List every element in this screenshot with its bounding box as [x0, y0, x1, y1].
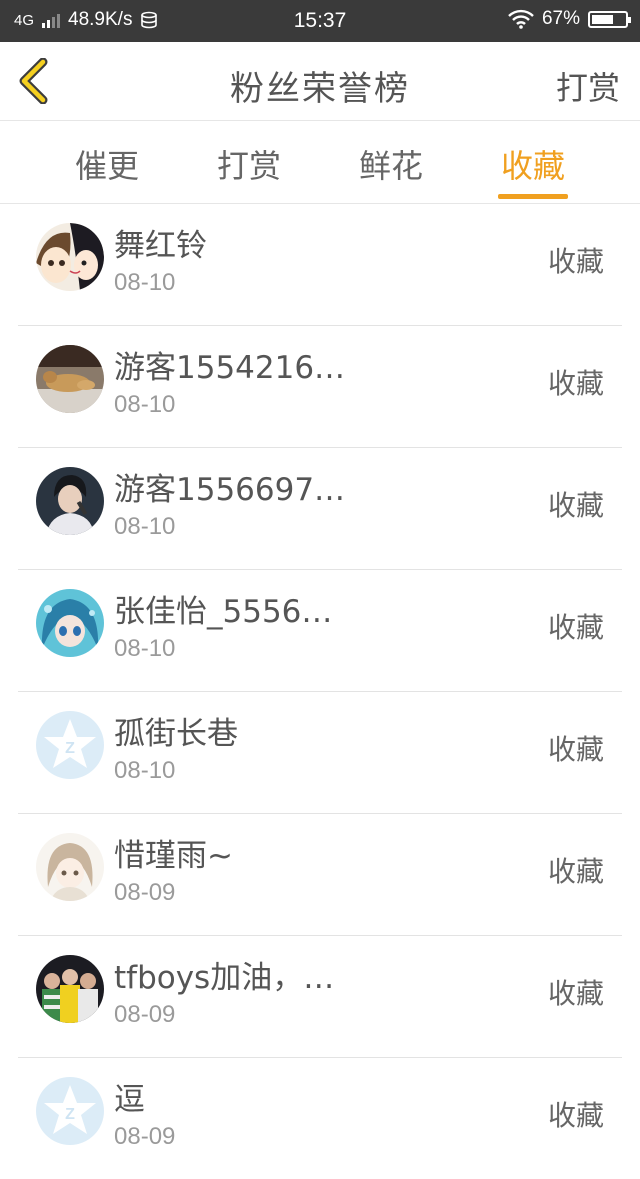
date-label: 08-10 [114, 635, 176, 662]
list-item[interactable]: 张佳怡_5556… 08-10 收藏 [18, 570, 622, 692]
app-header: 粉丝荣誉榜 打赏 [0, 42, 640, 121]
list-item[interactable]: 惜瑾雨~ 08-09 收藏 [18, 814, 622, 936]
group-photo-avatar-icon [36, 955, 104, 1023]
svg-text:Z: Z [65, 1106, 75, 1123]
avatar [36, 589, 104, 657]
action-label: 收藏 [547, 855, 604, 888]
date-label: 08-09 [114, 879, 176, 906]
singer-photo-avatar-icon [36, 467, 104, 535]
user-name: 张佳怡_5556… [114, 594, 333, 630]
avatar [36, 833, 104, 901]
battery-fill [592, 14, 614, 24]
list-item[interactable]: 舞红铃 08-10 收藏 [18, 204, 622, 326]
action-label: 收藏 [547, 977, 604, 1010]
date-label: 08-10 [114, 757, 176, 784]
user-name: 逗 [114, 1082, 145, 1118]
avatar: Z [36, 711, 104, 779]
wifi-icon [508, 9, 534, 29]
user-name: 游客1554216… [114, 350, 346, 386]
anime-girl-sketch-avatar-icon [36, 833, 104, 901]
anime-couple-avatar-icon [36, 223, 104, 291]
fan-list: 舞红铃 08-10 收藏 游客1554216… 08-10 收藏 游客15566… [18, 204, 622, 1179]
tab-urge[interactable]: 催更 [47, 141, 167, 187]
date-label: 08-10 [114, 513, 176, 540]
tab-bar: 催更 打赏 鲜花 收藏 [0, 121, 640, 204]
action-label: 收藏 [547, 1099, 604, 1132]
action-label: 收藏 [547, 489, 604, 522]
user-name: 孤街长巷 [114, 716, 238, 752]
list-item[interactable]: tfboys加油，… 08-09 收藏 [18, 936, 622, 1058]
default-star-avatar-icon: Z [36, 1077, 104, 1145]
action-label: 收藏 [547, 733, 604, 766]
battery-percent: 67% [541, 8, 580, 29]
avatar [36, 223, 104, 291]
active-tab-indicator [498, 194, 568, 199]
tab-reward[interactable]: 打赏 [189, 141, 309, 187]
user-name: 舞红铃 [114, 228, 207, 264]
list-item[interactable]: 游客1554216… 08-10 收藏 [18, 326, 622, 448]
default-star-avatar-icon: Z [36, 711, 104, 779]
tab-favorites[interactable]: 收藏 [473, 141, 593, 187]
avatar [36, 345, 104, 413]
anime-girl-blue-avatar-icon [36, 589, 104, 657]
date-label: 08-09 [114, 1123, 176, 1150]
dog-photo-avatar-icon [36, 345, 104, 413]
action-label: 收藏 [547, 611, 604, 644]
list-item[interactable]: Z 逗 08-09 收藏 [18, 1058, 622, 1179]
date-label: 08-10 [114, 269, 176, 296]
user-name: 惜瑾雨~ [114, 838, 233, 874]
action-label: 收藏 [547, 245, 604, 278]
status-bar: 4G 48.9K/s 15:37 67% [0, 0, 640, 42]
avatar: Z [36, 1077, 104, 1145]
user-name: tfboys加油，… [114, 960, 335, 996]
avatar [36, 467, 104, 535]
page-title: 粉丝荣誉榜 [230, 69, 410, 109]
list-item[interactable]: Z 孤街长巷 08-10 收藏 [18, 692, 622, 814]
status-right: 67% [508, 8, 631, 30]
avatar [36, 955, 104, 1023]
action-label: 收藏 [547, 367, 604, 400]
date-label: 08-10 [114, 391, 176, 418]
list-item[interactable]: 游客1556697… 08-10 收藏 [18, 448, 622, 570]
tab-flowers[interactable]: 鲜花 [331, 141, 451, 187]
svg-text:Z: Z [65, 740, 75, 757]
user-name: 游客1556697… [114, 472, 346, 508]
date-label: 08-09 [114, 1001, 176, 1028]
reward-button[interactable]: 打赏 [556, 63, 620, 109]
battery-icon [588, 10, 631, 28]
